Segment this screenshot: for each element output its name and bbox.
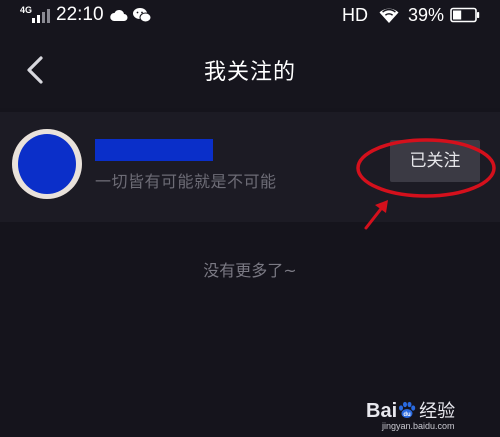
nav-bar: 我关注的 — [0, 32, 500, 108]
wifi-icon — [379, 8, 399, 23]
battery-percent: 39% — [407, 4, 444, 25]
followed-button[interactable]: 已关注 — [390, 140, 480, 182]
watermark-url: jingyan.baidu.com — [382, 421, 455, 431]
status-bar-left: 4G 22:10 — [20, 4, 152, 26]
battery-icon — [450, 7, 480, 23]
username-redacted[interactable] — [95, 139, 213, 161]
cloud-icon — [109, 9, 128, 21]
paw-icon: du — [399, 401, 416, 418]
svg-text:du: du — [403, 412, 411, 418]
user-signature: 一切皆有可能就是不可能 — [95, 172, 277, 191]
list-item[interactable]: 一切皆有可能就是不可能 已关注 — [0, 112, 500, 222]
status-bar-right: HD 39% — [342, 4, 480, 26]
baidu-jingyan-watermark: Bai du 经验 jingyan.baidu.com — [366, 397, 486, 431]
no-more-text: 没有更多了~ — [203, 261, 297, 280]
signal-icon — [32, 9, 50, 23]
status-bar: 4G 22:10 HD 39% — [0, 0, 500, 32]
page-title: 我关注的 — [203, 60, 296, 85]
clock: 22:10 — [56, 4, 104, 25]
avatar-redacted-overlay — [18, 134, 76, 194]
avatar[interactable] — [12, 129, 82, 199]
watermark-logo: Bai du 经验 — [366, 400, 456, 422]
wechat-icon — [132, 8, 152, 23]
network-indicator: 4G — [20, 4, 52, 26]
hd-indicator: HD — [341, 4, 368, 25]
